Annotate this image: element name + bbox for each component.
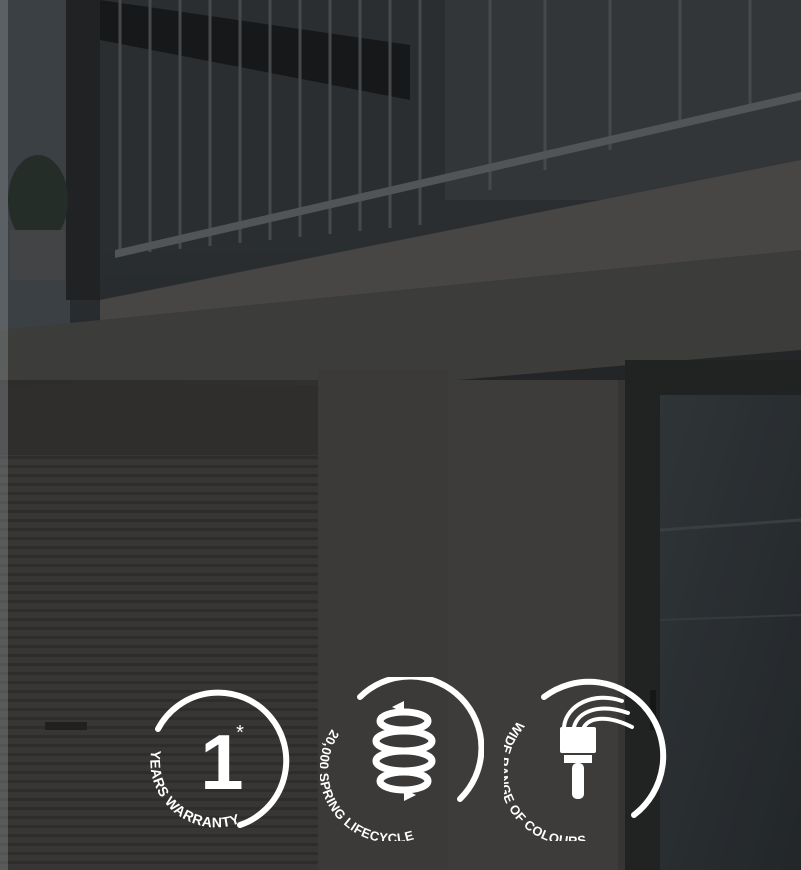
garage-door-photo: 1 * YEARS WARRANTY 20, RING LIFECYCLE WI…: [0, 0, 801, 870]
warranty-icon: 1 * YEARS WARRANTY: [147, 689, 290, 830]
warranty-badge: 1 * YEARS WARRANTY: [136, 677, 300, 841]
spring-icon: 20,000 SPRING LIFECYCLE: [320, 677, 484, 841]
spring-caption: 20,000 SPRING LIFECYCLE: [320, 727, 415, 841]
colours-badge: WIDE RANGE OF COLOURS: [504, 677, 668, 841]
warranty-asterisk: *: [236, 722, 244, 744]
paintbrush-icon: WIDE RANGE OF COLOURS: [504, 678, 667, 841]
feature-badges: 1 * YEARS WARRANTY 20, RING LIFECYCLE WI…: [0, 0, 801, 870]
spring-lifecycle-badge: 20,000 SPRING LIFECYCLE: [320, 677, 484, 841]
svg-text:20,000 SPRING LIFECYCLE: 20,000 SPRING LIFECYCLE: [320, 727, 416, 841]
